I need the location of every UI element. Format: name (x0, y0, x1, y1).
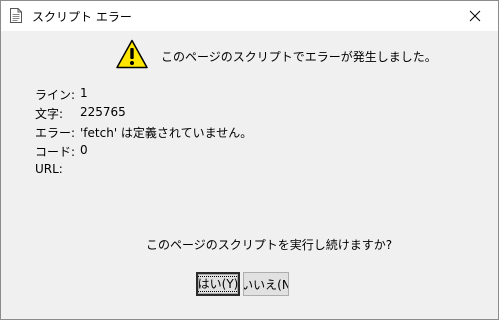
close-icon[interactable] (469, 10, 481, 22)
script-error-dialog: スクリプト エラー このページのスクリプトでエラーが発生しました。 ライン: 1… (0, 0, 499, 320)
warning-icon (116, 39, 148, 69)
line-label: ライン: (35, 88, 76, 102)
error-label: エラー: (35, 126, 76, 140)
error-value: 'fetch' は定義されていません。 (80, 126, 253, 140)
title-bar: スクリプト エラー (1, 1, 498, 31)
no-button[interactable]: いいえ(N (243, 272, 289, 296)
error-headline: このページのスクリプトでエラーが発生しました。 (161, 50, 437, 64)
url-label: URL: (35, 162, 63, 176)
document-icon (10, 8, 22, 23)
char-value: 225765 (80, 105, 126, 119)
window-title: スクリプト エラー (32, 10, 132, 24)
yes-button[interactable]: はい(Y) (196, 272, 240, 296)
continue-question: このページのスクリプトを実行し続けますか? (146, 238, 393, 252)
close-button[interactable] (452, 1, 498, 31)
no-button-label: いいえ(N (243, 277, 289, 292)
yes-button-label: はい(Y) (198, 276, 238, 292)
code-label: コード: (35, 145, 76, 159)
code-value: 0 (80, 143, 88, 157)
line-value: 1 (80, 86, 88, 100)
char-label: 文字: (35, 107, 64, 121)
